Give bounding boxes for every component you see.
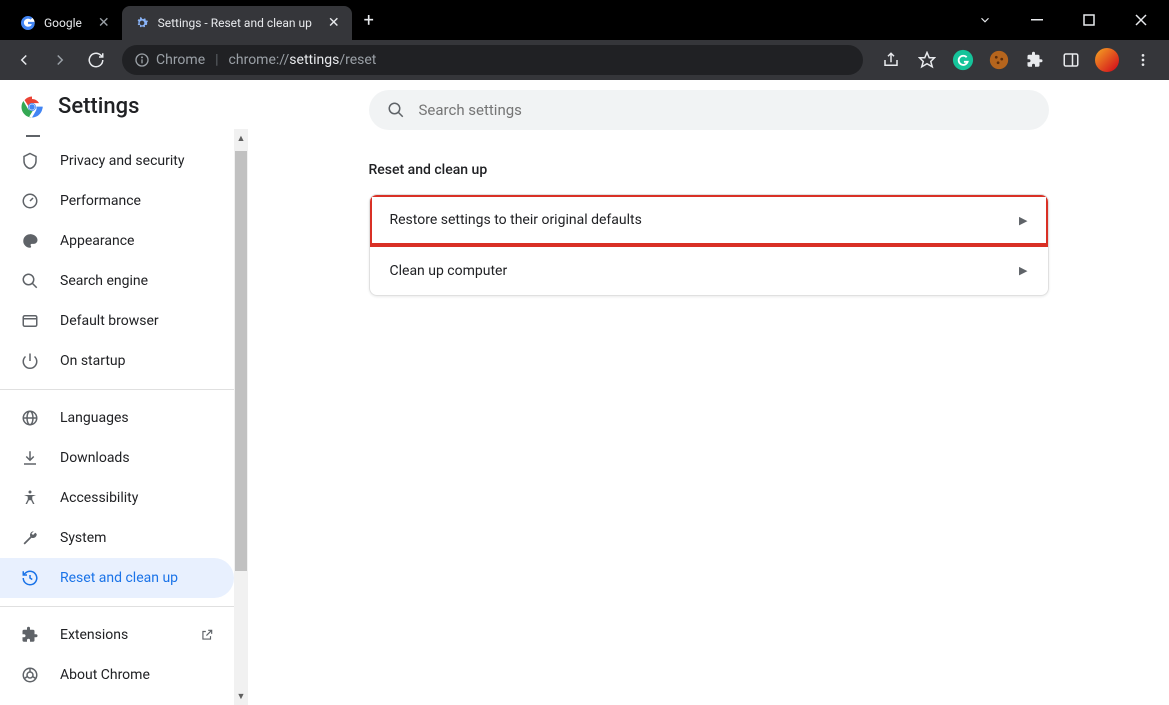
new-tab-button[interactable]: + <box>352 10 386 31</box>
sidebar-item-system[interactable]: System <box>0 518 234 558</box>
tab-settings[interactable]: Settings - Reset and clean up ✕ <box>122 6 352 40</box>
site-info-button[interactable]: Chrome <box>134 52 205 68</box>
chrome-logo-icon <box>20 95 44 119</box>
puzzle-icon <box>20 625 40 645</box>
window-controls <box>965 4 1169 36</box>
maximize-button[interactable] <box>1069 4 1109 36</box>
sidebar-item-reset[interactable]: Reset and clean up <box>0 558 234 598</box>
extensions-icon[interactable] <box>1021 46 1049 74</box>
row-restore-defaults[interactable]: Restore settings to their original defau… <box>370 195 1048 245</box>
profile-avatar[interactable] <box>1093 46 1121 74</box>
scrollbar-thumb[interactable] <box>235 151 247 571</box>
address-bar[interactable]: Chrome | chrome://settings/reset <box>122 45 863 75</box>
chevron-right-icon: ▶ <box>1019 264 1027 277</box>
sidepanel-icon[interactable] <box>1057 46 1085 74</box>
reset-card: Restore settings to their original defau… <box>369 194 1049 296</box>
wrench-icon <box>20 528 40 548</box>
download-icon <box>20 448 40 468</box>
settings-search[interactable] <box>369 90 1049 130</box>
chevron-down-icon[interactable] <box>965 4 1005 36</box>
tab-title: Google <box>44 16 82 30</box>
menu-icon[interactable] <box>1129 46 1157 74</box>
tab-title: Settings - Reset and clean up <box>158 16 312 30</box>
chevron-right-icon: ▶ <box>1019 214 1027 227</box>
sidebar-item-label: Reset and clean up <box>60 570 178 586</box>
scroll-down-icon[interactable]: ▼ <box>234 689 248 703</box>
settings-sidebar: Settings Privacy and security Performanc… <box>0 80 248 705</box>
sidebar-item-label: Default browser <box>60 313 159 329</box>
back-button[interactable] <box>8 44 40 76</box>
sidebar-item-extensions[interactable]: Extensions <box>0 615 234 655</box>
section-title: Reset and clean up <box>369 162 1049 178</box>
sidebar-item-search-engine[interactable]: Search engine <box>0 261 234 301</box>
secure-label: Chrome <box>156 52 205 68</box>
extension-grammarly-icon[interactable] <box>949 46 977 74</box>
sidebar-item-label: Privacy and security <box>60 153 184 169</box>
scroll-up-icon[interactable]: ▲ <box>234 131 248 145</box>
sidebar-item-label: Languages <box>60 410 129 426</box>
sidebar-item-default-browser[interactable]: Default browser <box>0 301 234 341</box>
chrome-outline-icon <box>20 665 40 685</box>
sidebar-item-appearance[interactable]: Appearance <box>0 221 234 261</box>
power-icon <box>20 351 40 371</box>
settings-header: Settings <box>0 80 248 129</box>
sidebar-item-label: Appearance <box>60 233 134 249</box>
sidebar-item-downloads[interactable]: Downloads <box>0 438 234 478</box>
sidebar-item-label: On startup <box>60 353 126 369</box>
sidebar-item-label: Accessibility <box>60 490 138 506</box>
row-clean-up-computer[interactable]: Clean up computer ▶ <box>370 245 1048 295</box>
window-titlebar: Google ✕ Settings - Reset and clean up ✕… <box>0 0 1169 40</box>
sidebar-item-on-startup[interactable]: On startup <box>0 341 234 381</box>
shield-icon <box>20 151 40 171</box>
settings-title: Settings <box>58 94 139 119</box>
restore-icon <box>20 568 40 588</box>
sidebar-item-label: About Chrome <box>60 667 150 683</box>
sidebar-item-accessibility[interactable]: Accessibility <box>0 478 234 518</box>
share-icon[interactable] <box>877 46 905 74</box>
sidebar-item-label: Downloads <box>60 450 130 466</box>
sidebar-item-about[interactable]: About Chrome <box>0 655 234 695</box>
row-label: Clean up computer <box>390 263 508 279</box>
palette-icon <box>20 231 40 251</box>
sidebar-item-languages[interactable]: Languages <box>0 398 234 438</box>
tab-strip: Google ✕ Settings - Reset and clean up ✕… <box>0 0 386 40</box>
external-link-icon <box>200 628 214 642</box>
sidebar-item-privacy[interactable]: Privacy and security <box>0 141 234 181</box>
sidebar-item-label: System <box>60 530 106 546</box>
sidebar-item-label: Extensions <box>60 627 128 643</box>
search-icon <box>20 271 40 291</box>
close-icon[interactable]: ✕ <box>328 15 340 31</box>
nav-divider <box>0 389 248 390</box>
toolbar-actions <box>873 46 1161 74</box>
globe-icon <box>20 408 40 428</box>
url-text: chrome://settings/reset <box>229 52 377 68</box>
nav-divider <box>0 606 248 607</box>
tab-google[interactable]: Google ✕ <box>8 6 122 40</box>
row-label: Restore settings to their original defau… <box>390 212 642 228</box>
settings-content: Settings Privacy and security Performanc… <box>0 80 1169 705</box>
reload-button[interactable] <box>80 44 112 76</box>
speedometer-icon <box>20 191 40 211</box>
sidebar-item-performance[interactable]: Performance <box>0 181 234 221</box>
browser-icon <box>20 311 40 331</box>
google-favicon-icon <box>20 15 36 31</box>
forward-button[interactable] <box>44 44 76 76</box>
search-input[interactable] <box>419 101 1031 119</box>
search-icon <box>387 101 405 119</box>
close-window-button[interactable] <box>1121 4 1161 36</box>
sidebar-item-label: Search engine <box>60 273 148 289</box>
browser-toolbar: Chrome | chrome://settings/reset <box>0 40 1169 80</box>
accessibility-icon <box>20 488 40 508</box>
scrollbar-track[interactable]: ▲ ▼ <box>234 129 248 705</box>
extension-cookie-icon[interactable] <box>985 46 1013 74</box>
gear-icon <box>134 15 150 31</box>
close-icon[interactable]: ✕ <box>98 15 110 31</box>
sidebar-nav: Privacy and security Performance Appeara… <box>0 129 248 705</box>
minimize-button[interactable] <box>1017 4 1057 36</box>
sidebar-item-label: Performance <box>60 193 141 209</box>
bookmark-icon[interactable] <box>913 46 941 74</box>
settings-main: Reset and clean up Restore settings to t… <box>248 80 1169 705</box>
